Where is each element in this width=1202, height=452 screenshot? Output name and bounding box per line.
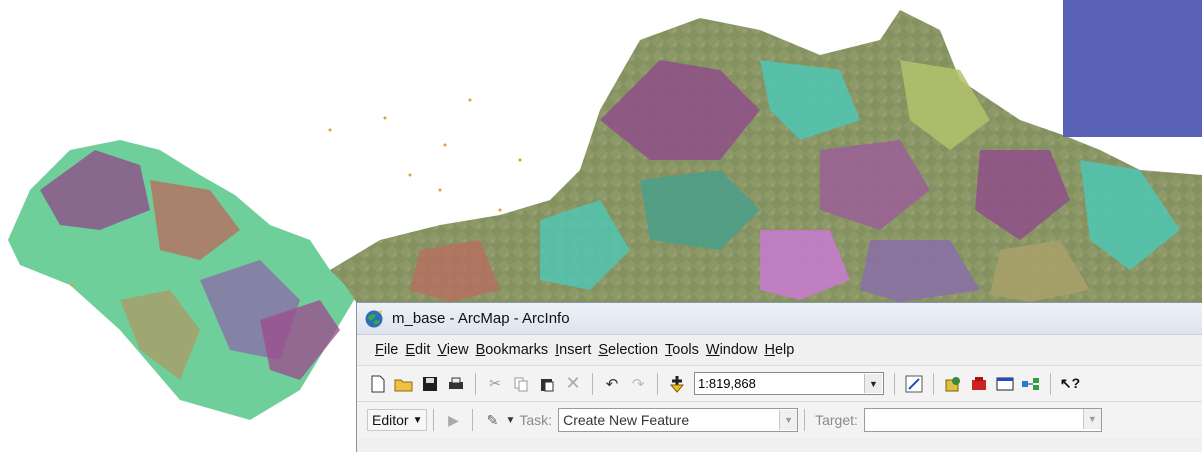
arctoolbox-icon[interactable]: [968, 373, 990, 395]
task-value: Create New Feature: [563, 412, 690, 428]
window-title: m_base - ArcMap - ArcInfo: [392, 310, 570, 327]
task-dropdown[interactable]: Create New Feature ▼: [558, 408, 799, 432]
chevron-down-icon: ▼: [412, 414, 423, 426]
menu-item-bookmarks[interactable]: Bookmarks: [476, 342, 549, 358]
toolbar-separator: [472, 409, 474, 431]
toolbar-separator: [933, 372, 934, 395]
menu-item-file[interactable]: File: [375, 342, 398, 358]
editor-menu-button[interactable]: Editor ▼: [367, 409, 428, 431]
menu-item-view[interactable]: View: [437, 342, 468, 358]
arcmap-globe-icon: [365, 309, 383, 327]
arcmap-window: m_base - ArcMap - ArcInfo File Edit View Bo…: [356, 302, 1202, 452]
paste-icon[interactable]: [536, 373, 558, 395]
model-builder-icon[interactable]: [1020, 373, 1042, 395]
map-scale-combo[interactable]: ▼: [694, 372, 884, 395]
menu-item-insert[interactable]: Insert: [555, 342, 591, 358]
editor-label: Editor: [372, 412, 409, 428]
editor-toolbar-icon[interactable]: [903, 373, 925, 395]
chevron-down-icon[interactable]: ▼: [779, 410, 798, 430]
menu-item-window[interactable]: Window: [706, 342, 758, 358]
toolbar-separator: [657, 372, 658, 395]
chevron-down-icon[interactable]: ▼: [505, 415, 515, 426]
add-data-icon[interactable]: [666, 373, 688, 395]
open-folder-icon[interactable]: [393, 373, 415, 395]
title-bar[interactable]: m_base - ArcMap - ArcInfo: [357, 303, 1202, 335]
menu-item-tools[interactable]: Tools: [665, 342, 699, 358]
target-dropdown[interactable]: ▼: [863, 408, 1102, 432]
edit-tool-icon[interactable]: ▶: [442, 409, 464, 431]
task-label: Task:: [519, 412, 553, 428]
menu-item-help[interactable]: Help: [764, 342, 794, 358]
new-document-icon[interactable]: [367, 373, 389, 395]
target-label: Target:: [815, 412, 858, 428]
print-icon[interactable]: [445, 373, 467, 395]
sketch-tool-icon[interactable]: ✎: [481, 409, 503, 431]
arccatalog-icon[interactable]: [942, 373, 964, 395]
standard-toolbar: ✂ ✕ ↶ ↷ ▼ ↖?: [357, 366, 1202, 402]
menu-bar: File Edit View Bookmarks Insert Selection Tool…: [357, 335, 1202, 366]
toolbar-separator: [804, 409, 806, 431]
undo-icon[interactable]: ↶: [601, 373, 623, 395]
toolbar-separator: [894, 372, 895, 395]
menu-item-edit[interactable]: Edit: [405, 342, 430, 358]
map-scale-input[interactable]: [695, 375, 864, 392]
toolbar-separator: [475, 372, 476, 395]
whats-this-icon[interactable]: ↖?: [1059, 373, 1081, 395]
toolbar-separator: [433, 409, 435, 431]
copy-icon[interactable]: [510, 373, 532, 395]
redo-icon[interactable]: ↷: [627, 373, 649, 395]
menu-item-selection[interactable]: Selection: [598, 342, 658, 358]
save-icon[interactable]: [419, 373, 441, 395]
chevron-down-icon[interactable]: ▼: [864, 374, 882, 393]
delete-icon[interactable]: ✕: [562, 373, 584, 395]
python-window-icon[interactable]: [994, 373, 1016, 395]
overlay-block: [1063, 0, 1202, 137]
chevron-down-icon[interactable]: ▼: [1082, 409, 1101, 429]
toolbar-separator: [1050, 372, 1051, 395]
cut-icon[interactable]: ✂: [484, 373, 506, 395]
editor-toolbar: Editor ▼ ▶ ✎ ▼ Task: Create New Feature …: [357, 402, 1202, 438]
toolbar-separator: [592, 372, 593, 395]
